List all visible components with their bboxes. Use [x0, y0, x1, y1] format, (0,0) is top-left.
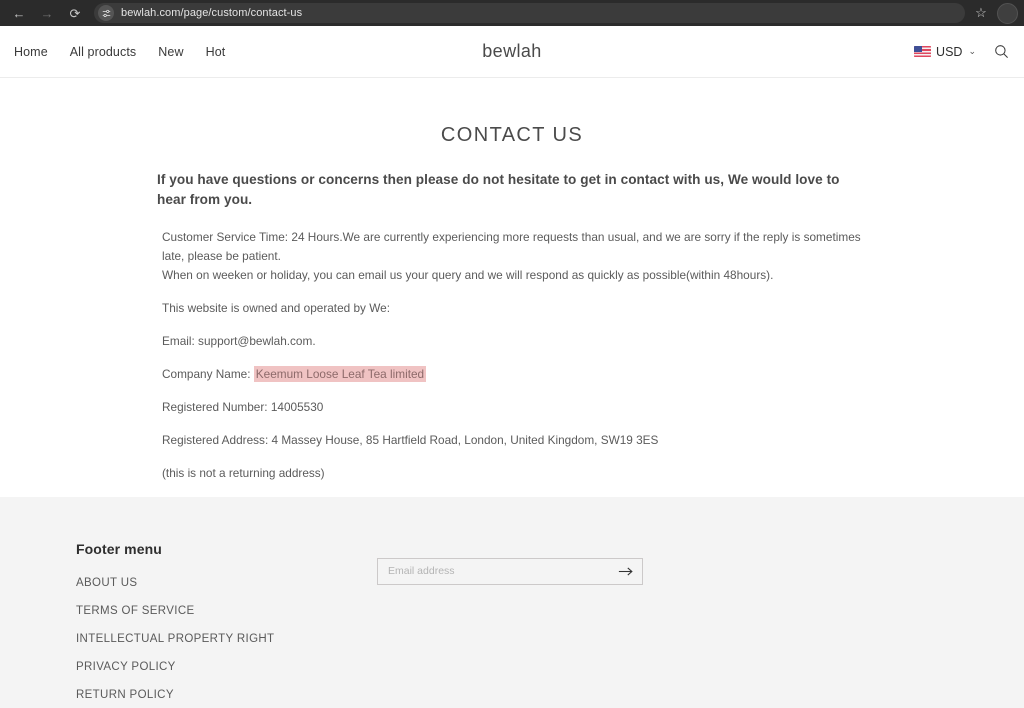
company-name-label: Company Name: — [162, 367, 251, 382]
list-item: PRIVACY POLICY — [76, 657, 376, 675]
list-item: ABOUT US — [76, 573, 376, 591]
profile-avatar[interactable] — [997, 2, 1018, 24]
list-item: TERMS OF SERVICE — [76, 601, 376, 619]
site-header: Home All products New Hot bewlah USD ⌄ — [0, 26, 1024, 78]
currency-selector[interactable]: USD ⌄ — [914, 45, 976, 59]
company-name-line: Company Name: Keemum Loose Leaf Tea limi… — [162, 365, 862, 384]
site-footer: Footer menu ABOUT US TERMS OF SERVICE IN… — [0, 496, 1024, 708]
arrow-right-icon — [618, 567, 633, 576]
chrome-actions: ☆ — [969, 1, 1018, 25]
us-flag-icon — [914, 46, 932, 57]
main-navigation: Home All products New Hot — [14, 45, 225, 59]
footer-link-about-us[interactable]: ABOUT US — [76, 577, 137, 589]
currency-label: USD — [936, 44, 963, 59]
newsletter-signup-form — [377, 557, 643, 585]
email-line: Email: support@bewlah.com. — [162, 334, 316, 349]
content-container: CONTACT US If you have questions or conc… — [157, 124, 862, 483]
owner-line: This website is owned and operated by We… — [162, 301, 390, 316]
footer-link-privacy-policy[interactable]: PRIVACY POLICY — [76, 661, 176, 673]
list-item: RETURN POLICY — [76, 685, 376, 703]
url-text: bewlah.com/page/custom/contact-us — [121, 7, 303, 19]
lead-paragraph: If you have questions or concerns then p… — [157, 172, 840, 207]
registered-number-line: Registered Number: 14005530 — [162, 400, 324, 415]
service-time-line-1: Customer Service Time: 24 Hours.We are c… — [162, 230, 861, 264]
back-button[interactable]: ← — [6, 0, 32, 26]
nav-item-all-products[interactable]: All products — [70, 45, 137, 59]
bookmark-star-icon[interactable]: ☆ — [969, 1, 993, 25]
reload-button[interactable]: ⟳ — [62, 0, 88, 26]
footer-link-intellectual-property-right[interactable]: INTELLECTUAL PROPERTY RIGHT — [76, 633, 274, 645]
returning-address-note: (this is not a returning address) — [162, 465, 325, 480]
browser-toolbar: ← → ⟳ bewlah.com/page/custom/contact-us … — [0, 0, 1024, 26]
service-time-line-2: When on weeken or holiday, you can email… — [162, 268, 774, 283]
header-actions: USD ⌄ — [914, 43, 1010, 61]
newsletter-submit-button[interactable] — [610, 559, 642, 584]
address-bar[interactable]: bewlah.com/page/custom/contact-us — [94, 3, 965, 23]
search-icon[interactable] — [992, 43, 1010, 61]
nav-item-new[interactable]: New — [158, 45, 183, 59]
footer-menu-column: Footer menu ABOUT US TERMS OF SERVICE IN… — [76, 541, 376, 708]
footer-menu-heading: Footer menu — [76, 540, 162, 557]
footer-link-return-policy[interactable]: RETURN POLICY — [76, 689, 174, 701]
page-title: CONTACT US — [440, 124, 584, 146]
page-content: CONTACT US If you have questions or conc… — [0, 78, 1024, 483]
site-settings-icon[interactable] — [98, 5, 114, 21]
company-name-value: Keemum Loose Leaf Tea limited — [253, 366, 427, 383]
forward-button[interactable]: → — [34, 0, 60, 26]
footer-link-terms-of-service[interactable]: TERMS OF SERVICE — [76, 605, 195, 617]
nav-item-home[interactable]: Home — [14, 45, 48, 59]
footer-link-list: ABOUT US TERMS OF SERVICE INTELLECTUAL P… — [76, 573, 376, 708]
chevron-down-icon: ⌄ — [968, 46, 976, 56]
footer-container: Footer menu ABOUT US TERMS OF SERVICE IN… — [76, 541, 948, 708]
registered-address-line: Registered Address: 4 Massey House, 85 H… — [162, 432, 659, 447]
service-time-block: Customer Service Time: 24 Hours.We are c… — [162, 228, 862, 285]
list-item: INTELLECTUAL PROPERTY RIGHT — [76, 629, 376, 647]
email-signup-input[interactable] — [378, 558, 610, 584]
nav-item-hot[interactable]: Hot — [206, 45, 226, 59]
